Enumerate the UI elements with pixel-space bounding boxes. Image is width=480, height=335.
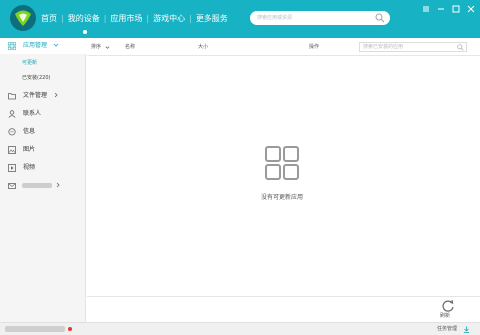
installed-search-placeholder: 搜索已安装的应用 (363, 44, 404, 50)
main-nav: 首页 | 我的设备 | 应用市场 | 游戏中心 | 更多服务 (41, 13, 228, 24)
sidebar-item-file-management[interactable]: 文件管理 (0, 88, 86, 104)
nav-separator: | (103, 14, 107, 23)
sidebar-item-label: 信息 (23, 128, 36, 135)
sidebar-item-videos[interactable]: 视频 (0, 160, 86, 176)
sidebar-item-messages[interactable]: 信息 (0, 124, 86, 140)
column-name: 名称 (125, 44, 136, 50)
nav-home[interactable]: 首页 (41, 13, 57, 24)
close-icon[interactable] (466, 4, 476, 14)
nav-separator: | (146, 14, 150, 23)
sidebar-item-label: 文件管理 (23, 92, 48, 99)
blurred-device-info (5, 326, 65, 332)
empty-state-text: 没有可更新应用 (260, 194, 303, 201)
message-icon (8, 128, 16, 136)
chevron-down-icon (105, 46, 110, 49)
top-search-placeholder: 搜索应用或资源 (257, 15, 293, 21)
nav-game-center[interactable]: 游戏中心 (153, 13, 185, 24)
sidebar-sub-installed[interactable]: 已安装(220) (22, 74, 50, 82)
chevron-down-icon (53, 43, 59, 47)
chevron-right-icon (54, 92, 58, 98)
chevron-right-icon (56, 182, 60, 188)
column-action: 操作 (309, 44, 320, 50)
sort-dropdown[interactable]: 排序 (91, 44, 101, 51)
maximize-icon[interactable] (451, 4, 461, 14)
sidebar-item-app-management[interactable]: 应用管理 (0, 38, 86, 54)
active-nav-indicator (83, 30, 87, 34)
search-icon[interactable] (457, 44, 464, 51)
empty-grid-icon (265, 146, 299, 180)
sidebar-sub-updatable[interactable]: 可更新 (22, 59, 37, 67)
table-header: 排序 名称 大小 操作 搜索已安装的应用 (87, 38, 480, 56)
sidebar-item-email[interactable] (0, 178, 86, 194)
nav-my-devices[interactable]: 我的设备 (68, 13, 100, 24)
task-manager-link[interactable]: 任务管理 (437, 325, 457, 334)
sidebar-item-contacts[interactable]: 联系人 (0, 106, 86, 122)
top-search-input[interactable]: 搜索应用或资源 (250, 11, 390, 25)
nav-more-services[interactable]: 更多服务 (196, 13, 228, 24)
sidebar: 应用管理 可更新 已安装(220) 文件管理 联系人 信息 图片 视频 (0, 38, 86, 322)
sidebar-item-label: 图片 (23, 146, 36, 153)
nav-separator: | (61, 14, 64, 23)
main-footer (87, 296, 480, 322)
search-icon[interactable] (375, 13, 385, 23)
nav-separator: | (189, 14, 192, 23)
mail-icon (8, 183, 16, 189)
sidebar-item-label: 视频 (23, 164, 36, 171)
picture-icon (8, 146, 16, 154)
refresh-icon[interactable] (440, 298, 456, 314)
sidebar-item-pictures[interactable]: 图片 (0, 142, 86, 158)
column-size: 大小 (198, 44, 209, 50)
blurred-account-name (22, 183, 52, 188)
menu-icon[interactable] (421, 4, 431, 14)
contact-icon (8, 110, 16, 118)
folder-icon (8, 93, 16, 100)
sidebar-item-label: 应用管理 (23, 42, 48, 49)
top-bar: 首页 | 我的设备 | 应用市场 | 游戏中心 | 更多服务 搜索应用或资源 (0, 0, 480, 38)
minimize-icon[interactable] (436, 4, 446, 14)
installed-search-input[interactable]: 搜索已安装的应用 (359, 42, 467, 52)
nav-app-market[interactable]: 应用市场 (110, 13, 142, 24)
app-logo-icon[interactable] (10, 5, 36, 31)
status-bar: 任务管理 (0, 322, 480, 335)
download-icon[interactable] (463, 326, 470, 333)
status-indicator-dot (68, 327, 72, 331)
video-icon (8, 164, 16, 172)
sidebar-item-label: 联系人 (23, 110, 42, 117)
apps-grid-icon (8, 42, 16, 50)
refresh-button[interactable]: 刷新 (440, 313, 450, 320)
